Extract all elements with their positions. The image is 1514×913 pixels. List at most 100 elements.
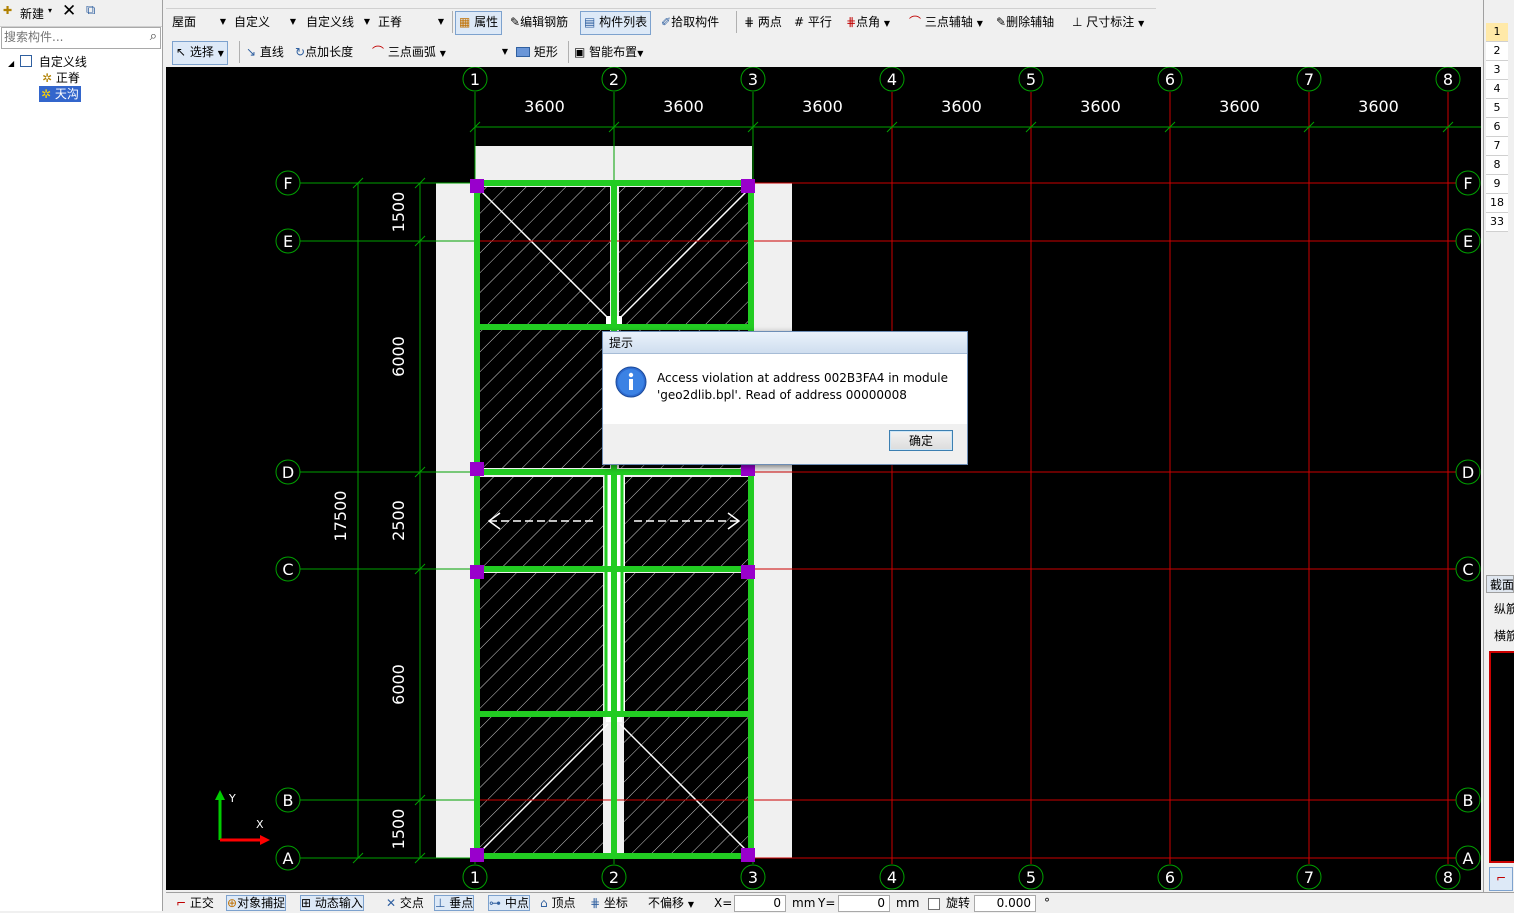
select-label: 选择 — [189, 45, 214, 59]
grid-label-bottom: 3 — [748, 868, 758, 887]
ok-button[interactable]: 确定 — [889, 430, 953, 451]
coordinate-snap[interactable]: ⋕ 坐标 — [590, 895, 628, 911]
row-number[interactable]: 2 — [1486, 42, 1508, 61]
chevron-down-icon[interactable]: ▾ — [48, 6, 52, 15]
vertex-snap[interactable]: ⌂ 顶点 — [540, 895, 575, 911]
row-number[interactable]: 1 — [1486, 23, 1508, 42]
column — [741, 179, 755, 193]
line-label: 直线 — [259, 45, 284, 59]
arc-button[interactable]: ⌒ 三点画弧 ▼ — [369, 41, 449, 63]
rotate-input[interactable]: 0.000 — [974, 895, 1036, 912]
arc-icon: ⌒ — [372, 45, 385, 59]
component-list-button[interactable]: ▤ 构件列表 — [580, 11, 652, 35]
gear-icon: ✲ — [41, 87, 52, 101]
chevron-down-icon: ▼ — [883, 19, 891, 28]
slab-panel — [624, 573, 750, 711]
axis-corner-icon[interactable]: ⌐ — [1489, 867, 1513, 891]
rotate-checkbox[interactable] — [928, 898, 940, 910]
tree-item-ridge[interactable]: ✲ 正脊 — [42, 70, 80, 86]
smart-layout-label: 智能布置 — [589, 45, 638, 59]
drawing-canvas[interactable]: 3600 3600 3600 3600 3600 3600 3600 1500 6000 2500… — [166, 67, 1481, 890]
row-number[interactable]: 3 — [1486, 61, 1508, 80]
parallel-icon: # — [794, 15, 805, 29]
dimension-label: 尺寸标注 — [1086, 15, 1135, 29]
dimension-label-left: 1500 — [389, 809, 408, 850]
section-tab[interactable]: 截面 — [1486, 575, 1514, 593]
grid-label-left: A — [283, 849, 294, 868]
category-combo[interactable]: 自定义线 ▼ — [306, 12, 372, 32]
category-combo-value: 自定义线 — [306, 15, 355, 29]
search-icon[interactable]: ⌕ — [150, 29, 157, 44]
properties-button[interactable]: ▦ 属性 — [455, 11, 503, 35]
row-number[interactable]: 33 — [1486, 213, 1508, 232]
column — [470, 848, 484, 862]
chevron-down-icon: ▼ — [501, 47, 508, 56]
two-points-button[interactable]: ⋕ 两点 — [741, 11, 785, 33]
copy-icon[interactable]: ⧉ — [86, 3, 95, 18]
row-number[interactable]: 18 — [1486, 194, 1508, 213]
row-number[interactable]: 9 — [1486, 175, 1508, 194]
midpoint-snap[interactable]: ⊶ 中点 — [488, 895, 530, 911]
tree-root[interactable]: ◢ 自定义线 — [8, 54, 87, 70]
collapse-icon[interactable]: ◢ — [8, 59, 14, 68]
rotate-label: 旋转 — [946, 896, 971, 910]
row-number[interactable]: 8 — [1486, 156, 1508, 175]
column — [470, 179, 484, 193]
dialog-body: Access violation at address 002B3FA4 in … — [603, 354, 967, 424]
grid-label-top: 3 — [748, 70, 758, 89]
edit-rebar-button[interactable]: ✎编辑钢筋 — [507, 11, 571, 33]
element-combo[interactable]: 正脊 ▼ — [378, 12, 446, 32]
row-number[interactable]: 7 — [1486, 137, 1508, 156]
grid-icon: ▣ — [574, 45, 586, 59]
dynamic-input-toggle[interactable]: ⊞ 动态输入 — [300, 895, 364, 911]
chevron-down-icon: ▼ — [637, 49, 644, 58]
slab-panel — [624, 717, 750, 854]
row-number[interactable]: 4 — [1486, 80, 1508, 99]
arc-mode-combo[interactable]: ▼ — [456, 42, 510, 62]
error-dialog: 提示 Access violation at address 002B3FA4 … — [602, 331, 968, 465]
perpendicular-snap[interactable]: ⊥ 垂点 — [434, 895, 475, 911]
dimension-label-top: 3600 — [663, 97, 704, 116]
dimension-label-left: 6000 — [389, 664, 408, 705]
delete-icon[interactable]: ✕ — [62, 1, 76, 21]
x-input[interactable]: 0 — [734, 895, 786, 912]
point-length-button[interactable]: ↻点加长度 — [292, 41, 356, 63]
grid-label-top: 6 — [1165, 70, 1175, 89]
point-angle-button[interactable]: ⋕点角 ▼ — [843, 11, 893, 33]
dimension-button[interactable]: ⊥ 尺寸标注 ▼ — [1069, 11, 1147, 33]
parallel-button[interactable]: # 平行 — [791, 11, 835, 33]
cad-drawing: 3600 3600 3600 3600 3600 3600 3600 1500 6000 2500… — [215, 67, 1481, 890]
line-button[interactable]: ↘ 直线 — [243, 41, 287, 63]
select-button[interactable]: ↖ 选择 ▼ — [172, 41, 228, 65]
tree-item-gutter[interactable]: ✲ 天沟 — [39, 86, 81, 102]
x-label: X= — [714, 896, 733, 910]
offset-combo[interactable]: 不偏移 ▼ — [648, 895, 694, 911]
cursor-icon: ↖ — [176, 45, 187, 59]
floor-combo[interactable]: 屋面 ▼ — [172, 12, 228, 32]
ortho-toggle[interactable]: ⌐ 正交 — [176, 895, 214, 911]
delete-axis-button[interactable]: ✎删除辅轴 — [993, 11, 1057, 33]
dimension-label-left: 2500 — [389, 500, 408, 541]
row-number[interactable]: 5 — [1486, 99, 1508, 118]
pick-component-button[interactable]: ✐拾取构件 — [658, 11, 722, 33]
grid-label-left: E — [283, 232, 293, 251]
snap-toggle[interactable]: ⊕对象捕捉 — [226, 895, 287, 911]
new-button[interactable]: 新建 — [20, 5, 44, 22]
row-number[interactable]: 6 — [1486, 118, 1508, 137]
properties-icon: ▦ — [459, 15, 471, 29]
dimension-label-top: 3600 — [802, 97, 843, 116]
search-input[interactable] — [2, 28, 138, 46]
axis-icon: ⋕ — [744, 15, 755, 29]
intersection-snap[interactable]: ✕ 交点 — [386, 895, 424, 911]
y-input[interactable]: 0 — [838, 895, 890, 912]
section-preview — [1489, 651, 1514, 863]
magnet-icon: ⊕ — [227, 896, 238, 910]
rect-button[interactable]: 矩形 — [513, 41, 561, 63]
smart-layout-button[interactable]: ▣ 智能布置▼ — [571, 41, 646, 63]
three-point-axis-button[interactable]: ⌒ 三点辅轴 ▼ — [906, 11, 986, 33]
type-combo[interactable]: 自定义 ▼ — [234, 12, 298, 32]
pencil-icon: ✎ — [510, 15, 521, 29]
chevron-down-icon: ▼ — [1138, 19, 1145, 28]
dimension-label-left: 6000 — [389, 336, 408, 377]
grid-label-bottom: 4 — [887, 868, 897, 887]
